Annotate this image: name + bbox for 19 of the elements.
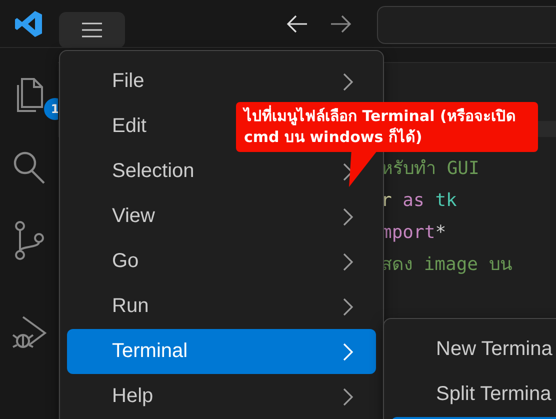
menu-item[interactable]: View xyxy=(67,194,376,239)
menu-icon xyxy=(81,22,103,38)
menu-item[interactable]: Go xyxy=(67,239,376,284)
menu-item[interactable]: Terminal xyxy=(67,329,376,374)
code-line: r as tk xyxy=(381,189,457,213)
vscode-logo-icon xyxy=(14,8,44,38)
menu-item[interactable]: Run xyxy=(67,284,376,329)
menu-item[interactable]: Selection xyxy=(67,149,376,194)
menu-button[interactable] xyxy=(59,12,125,48)
submenu-item[interactable]: Split Termina xyxy=(391,372,556,417)
search-field[interactable] xyxy=(377,6,556,44)
back-arrow-icon[interactable] xyxy=(285,14,309,34)
search-icon[interactable] xyxy=(12,150,46,186)
menu-item[interactable]: Help xyxy=(67,374,376,419)
submenu-item[interactable]: New Termina xyxy=(391,327,556,372)
code-line: หรับทำ GUI xyxy=(381,157,480,181)
menu-item[interactable]: File xyxy=(67,59,376,104)
forward-arrow-icon[interactable] xyxy=(329,14,353,34)
source-control-icon[interactable] xyxy=(12,220,46,260)
